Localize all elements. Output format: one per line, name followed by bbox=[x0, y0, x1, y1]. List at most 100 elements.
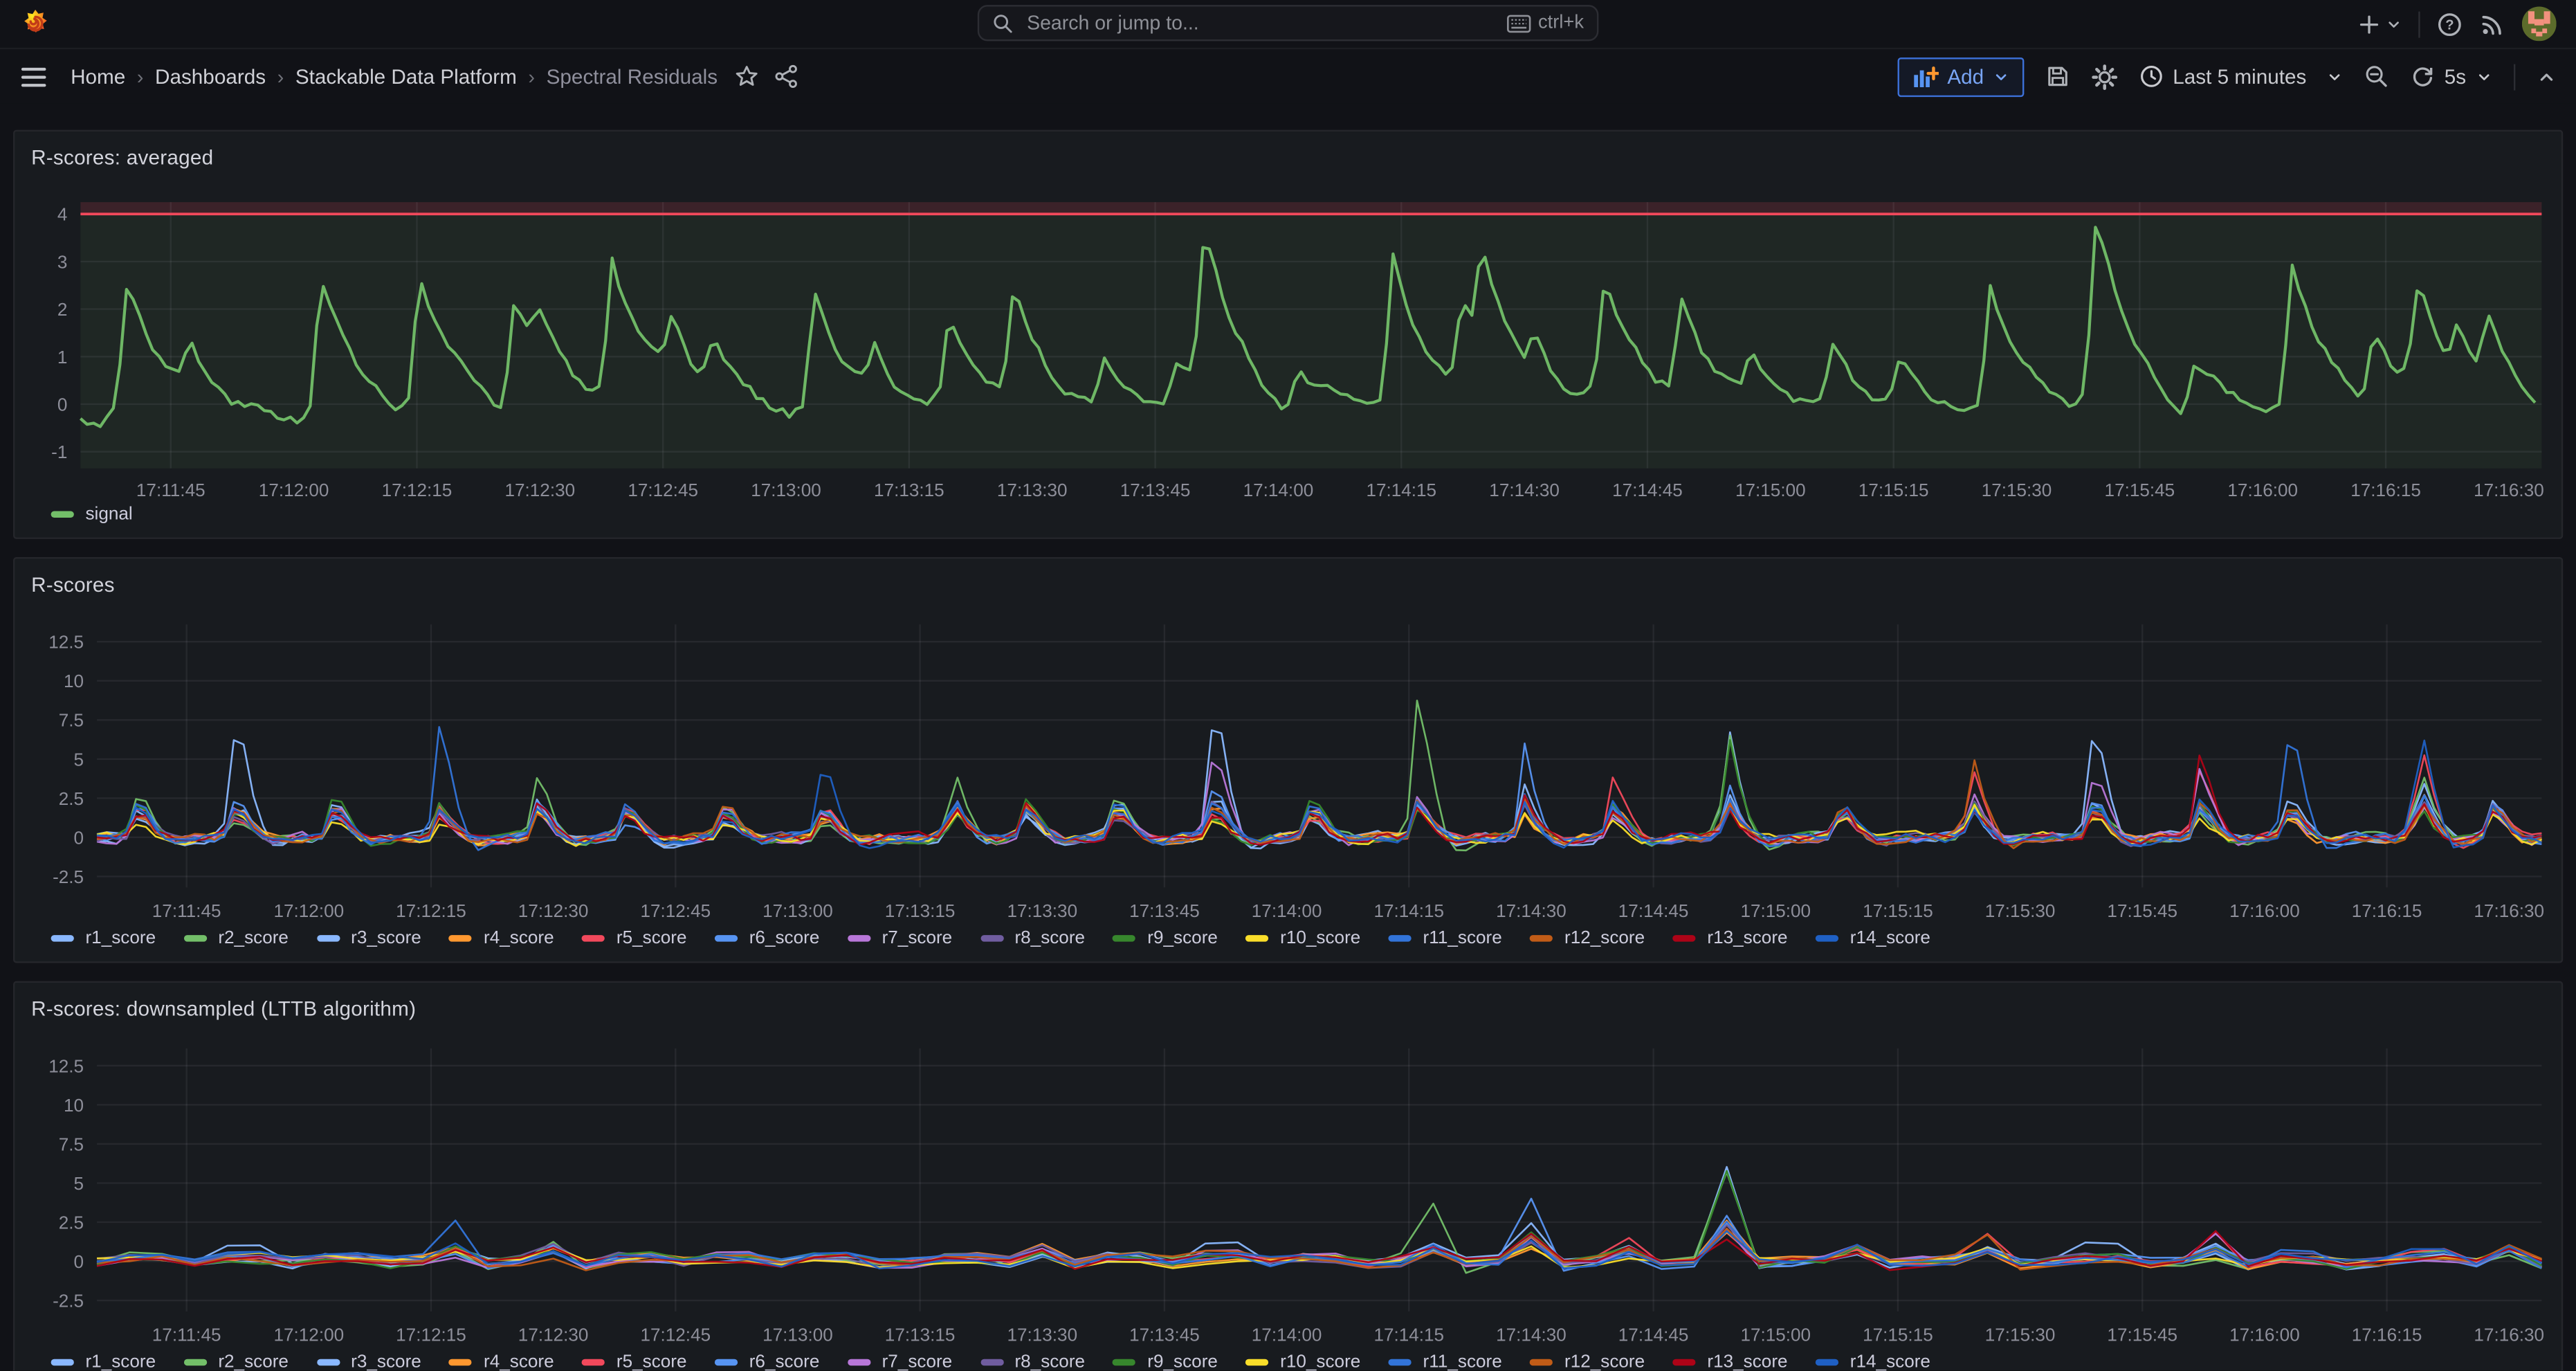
legend-item-r6_score[interactable]: r6_score bbox=[715, 1352, 819, 1370]
panel-title[interactable]: R-scores bbox=[31, 572, 2545, 598]
panel-rscores: R-scores 12.5107.552.50-2.517:11:4517:12… bbox=[13, 557, 2563, 963]
add-plus-button[interactable] bbox=[2357, 12, 2402, 35]
legend-label: r13_score bbox=[1707, 929, 1787, 948]
legend-swatch bbox=[1389, 935, 1412, 941]
svg-text:17:13:15: 17:13:15 bbox=[885, 900, 956, 921]
legend-item-r13_score[interactable]: r13_score bbox=[1673, 929, 1788, 948]
help-button[interactable]: ? bbox=[2436, 10, 2463, 37]
legend-swatch bbox=[316, 1359, 339, 1365]
svg-text:17:11:45: 17:11:45 bbox=[136, 480, 205, 500]
share-button[interactable] bbox=[774, 64, 798, 89]
search-input[interactable] bbox=[1023, 10, 1507, 36]
svg-text:0: 0 bbox=[74, 1251, 84, 1272]
collapse-toolbar-button[interactable] bbox=[2537, 66, 2556, 86]
legend-item-r14_score[interactable]: r14_score bbox=[1816, 1352, 1930, 1370]
svg-text:-2.5: -2.5 bbox=[53, 866, 84, 887]
legend-item-r5_score[interactable]: r5_score bbox=[582, 1352, 686, 1370]
add-panel-button[interactable]: Add bbox=[1898, 57, 2023, 96]
svg-text:17:13:45: 17:13:45 bbox=[1129, 1325, 1200, 1345]
legend-item-r6_score[interactable]: r6_score bbox=[715, 929, 819, 948]
svg-text:17:14:15: 17:14:15 bbox=[1366, 480, 1436, 500]
legend-item-r11_score[interactable]: r11_score bbox=[1389, 1352, 1502, 1370]
legend-swatch bbox=[715, 935, 738, 941]
refresh-button[interactable] bbox=[2410, 64, 2435, 89]
svg-text:12.5: 12.5 bbox=[48, 632, 84, 653]
legend-item-r11_score[interactable]: r11_score bbox=[1389, 929, 1502, 948]
breadcrumb-folder[interactable]: Stackable Data Platform bbox=[295, 65, 517, 88]
hamburger-menu-icon[interactable] bbox=[19, 65, 47, 88]
news-rss-button[interactable] bbox=[2479, 10, 2505, 37]
breadcrumb-home[interactable]: Home bbox=[71, 65, 125, 88]
averaged-timeseries-chart[interactable]: 43210-117:11:4517:12:0017:12:1517:12:301… bbox=[31, 171, 2548, 500]
legend-item-r9_score[interactable]: r9_score bbox=[1113, 1352, 1217, 1370]
legend-item-r7_score[interactable]: r7_score bbox=[848, 1352, 952, 1370]
time-range-picker[interactable]: Last 5 minutes bbox=[2138, 64, 2342, 89]
time-range-label: Last 5 minutes bbox=[2173, 65, 2306, 88]
svg-text:17:12:45: 17:12:45 bbox=[628, 480, 698, 500]
svg-text:17:13:15: 17:13:15 bbox=[874, 480, 944, 500]
legend-item-r14_score[interactable]: r14_score bbox=[1816, 929, 1930, 948]
dashboard-quick-actions bbox=[734, 64, 798, 89]
legend-label: r5_score bbox=[616, 929, 687, 948]
global-search-bar[interactable]: ctrl+k bbox=[978, 5, 1599, 41]
svg-text:?: ? bbox=[2445, 17, 2454, 33]
legend-swatch bbox=[51, 935, 74, 941]
save-dashboard-button[interactable] bbox=[2045, 64, 2070, 89]
svg-text:17:16:30: 17:16:30 bbox=[2474, 480, 2544, 500]
legend-swatch bbox=[449, 1359, 472, 1365]
svg-text:17:14:15: 17:14:15 bbox=[1373, 1325, 1444, 1345]
svg-text:17:14:45: 17:14:45 bbox=[1612, 480, 1683, 500]
legend-item-r7_score[interactable]: r7_score bbox=[848, 929, 952, 948]
legend-item-r5_score[interactable]: r5_score bbox=[582, 929, 686, 948]
user-avatar[interactable] bbox=[2522, 6, 2557, 41]
legend-label: r7_score bbox=[882, 1352, 953, 1370]
svg-text:17:13:00: 17:13:00 bbox=[762, 900, 833, 921]
legend-label: r12_score bbox=[1564, 1352, 1645, 1370]
top-nav-bar: ctrl+k ? bbox=[0, 0, 2576, 49]
legend-item-r3_score[interactable]: r3_score bbox=[316, 929, 421, 948]
legend-item-r13_score[interactable]: r13_score bbox=[1673, 1352, 1788, 1370]
grafana-app: ctrl+k ? Home › Dash bbox=[0, 0, 2576, 1370]
rscores-timeseries-chart[interactable]: 12.5107.552.50-2.517:11:4517:12:0017:12:… bbox=[31, 598, 2548, 923]
zoom-out-button[interactable] bbox=[2364, 64, 2388, 89]
svg-text:17:15:00: 17:15:00 bbox=[1735, 480, 1806, 500]
legend-swatch bbox=[1113, 1359, 1135, 1365]
legend-label: r6_score bbox=[749, 1352, 820, 1370]
favorite-star-button[interactable] bbox=[734, 64, 759, 89]
legend-swatch bbox=[1245, 1359, 1268, 1365]
dashboard-grid: R-scores: averaged 43210-117:11:4517:12:… bbox=[0, 104, 2576, 1371]
legend-item-r2_score[interactable]: r2_score bbox=[183, 1352, 288, 1370]
legend-swatch bbox=[980, 935, 1003, 941]
svg-text:0: 0 bbox=[57, 394, 68, 415]
panel-rscores-averaged: R-scores: averaged 43210-117:11:4517:12:… bbox=[13, 130, 2563, 539]
legend-item-r8_score[interactable]: r8_score bbox=[980, 1352, 1085, 1370]
panel-title[interactable]: R-scores: averaged bbox=[31, 145, 2545, 171]
legend-label: r11_score bbox=[1423, 1352, 1502, 1370]
grafana-logo-icon[interactable] bbox=[19, 8, 51, 39]
legend-item-r10_score[interactable]: r10_score bbox=[1245, 1352, 1360, 1370]
svg-text:10: 10 bbox=[64, 671, 84, 691]
legend-item-r9_score[interactable]: r9_score bbox=[1113, 929, 1217, 948]
legend-item-r1_score[interactable]: r1_score bbox=[51, 929, 156, 948]
legend-item-r2_score[interactable]: r2_score bbox=[183, 929, 288, 948]
legend-item-r4_score[interactable]: r4_score bbox=[449, 1352, 554, 1370]
svg-text:-2.5: -2.5 bbox=[53, 1291, 84, 1311]
panel-title[interactable]: R-scores: downsampled (LTTB algorithm) bbox=[31, 996, 2545, 1022]
svg-text:17:15:00: 17:15:00 bbox=[1740, 1325, 1811, 1345]
legend-item-r12_score[interactable]: r12_score bbox=[1530, 1352, 1645, 1370]
breadcrumb-dashboards[interactable]: Dashboards bbox=[155, 65, 266, 88]
legend-item-r3_score[interactable]: r3_score bbox=[316, 1352, 421, 1370]
legend-item-r4_score[interactable]: r4_score bbox=[449, 929, 554, 948]
legend-item-r1_score[interactable]: r1_score bbox=[51, 1352, 156, 1370]
svg-text:3: 3 bbox=[57, 251, 68, 272]
legend-item-signal[interactable]: signal bbox=[51, 505, 133, 524]
dashboard-settings-button[interactable] bbox=[2091, 63, 2117, 89]
downsampled-timeseries-chart[interactable]: 12.5107.552.50-2.517:11:4517:12:0017:12:… bbox=[31, 1022, 2548, 1347]
refresh-interval-label[interactable]: 5s bbox=[2445, 65, 2466, 88]
legend-item-r12_score[interactable]: r12_score bbox=[1530, 929, 1645, 948]
svg-text:17:16:00: 17:16:00 bbox=[2227, 480, 2298, 500]
legend-item-r10_score[interactable]: r10_score bbox=[1245, 929, 1360, 948]
svg-text:2: 2 bbox=[57, 299, 68, 320]
svg-text:17:14:30: 17:14:30 bbox=[1496, 1325, 1566, 1345]
legend-item-r8_score[interactable]: r8_score bbox=[980, 929, 1085, 948]
